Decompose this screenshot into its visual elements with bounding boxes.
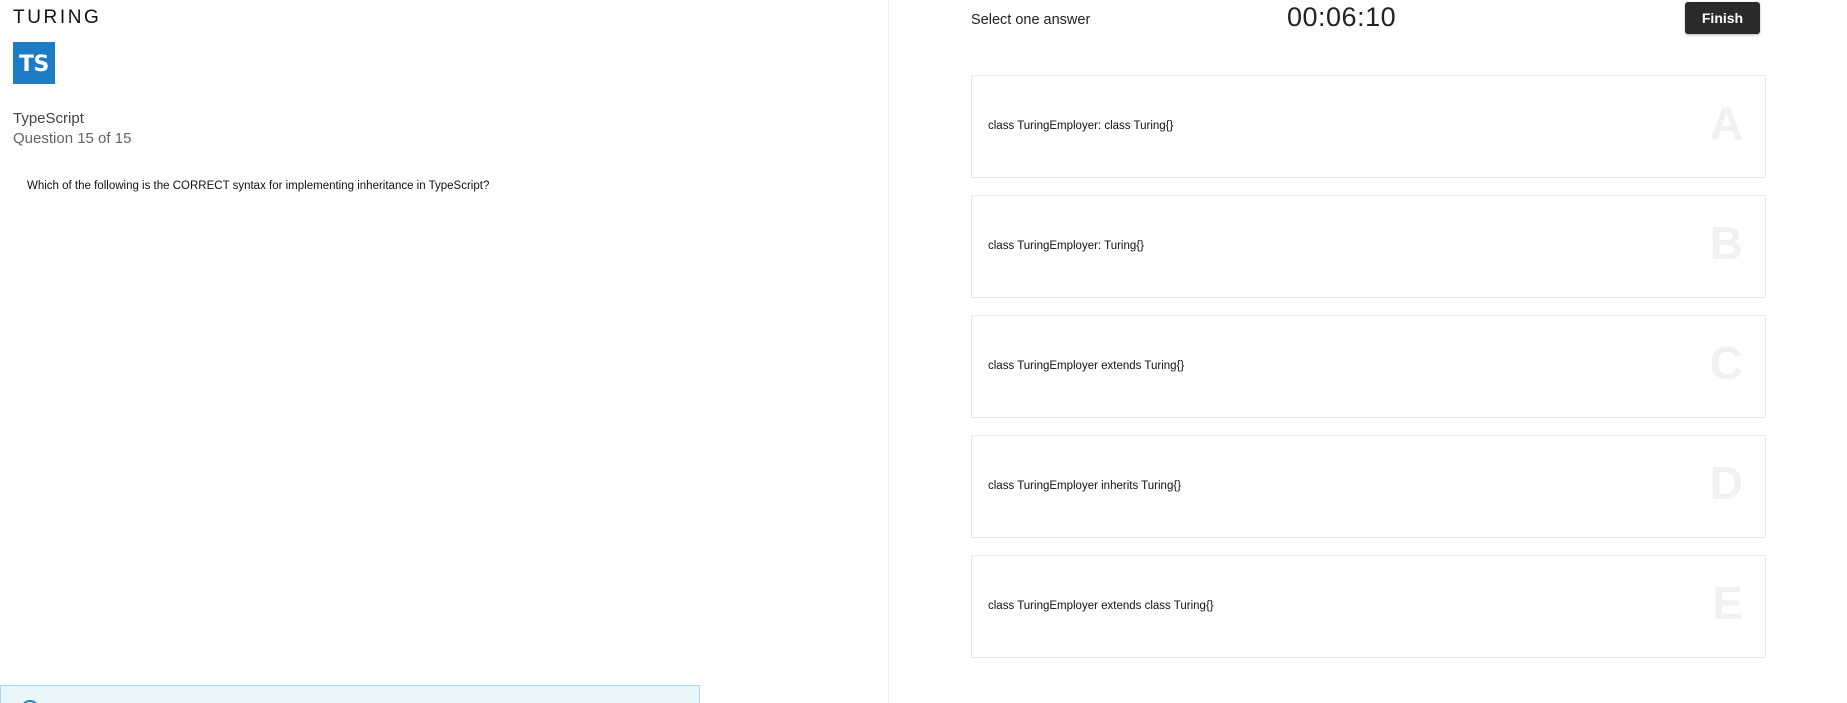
option-letter: D [1709, 457, 1743, 509]
answer-options: class TuringEmployer: class Turing{} A c… [971, 75, 1766, 675]
option-letter: C [1709, 337, 1743, 389]
option-text: class TuringEmployer extends class Turin… [988, 600, 1214, 612]
option-letter: E [1712, 577, 1743, 629]
subject-name: TypeScript [13, 110, 84, 127]
info-banner [0, 685, 700, 703]
question-text: Which of the following is the CORRECT sy… [27, 180, 490, 192]
answer-instruction: Select one answer [971, 12, 1091, 28]
finish-button[interactable]: Finish [1685, 2, 1760, 34]
option-letter: B [1709, 217, 1743, 269]
answer-option-c[interactable]: class TuringEmployer extends Turing{} C [971, 315, 1766, 418]
option-text: class TuringEmployer: class Turing{} [988, 120, 1174, 132]
option-letter: A [1709, 97, 1743, 149]
answer-option-b[interactable]: class TuringEmployer: Turing{} B [971, 195, 1766, 298]
answer-option-e[interactable]: class TuringEmployer extends class Turin… [971, 555, 1766, 658]
option-text: class TuringEmployer inherits Turing{} [988, 480, 1182, 492]
answer-option-a[interactable]: class TuringEmployer: class Turing{} A [971, 75, 1766, 178]
quiz-page: TURING TS TypeScript Question 15 of 15 W… [0, 0, 1847, 703]
answer-pane: Select one answer 00:06:10 Finish class … [889, 0, 1847, 703]
countdown-timer: 00:06:10 [1287, 2, 1397, 32]
typescript-logo-icon: TS [13, 42, 55, 84]
question-counter: Question 15 of 15 [13, 130, 132, 147]
question-pane: TURING TS TypeScript Question 15 of 15 W… [0, 0, 889, 703]
turing-logo: TURING [13, 7, 102, 28]
answer-option-d[interactable]: class TuringEmployer inherits Turing{} D [971, 435, 1766, 538]
option-text: class TuringEmployer: Turing{} [988, 240, 1144, 252]
option-text: class TuringEmployer extends Turing{} [988, 360, 1185, 372]
